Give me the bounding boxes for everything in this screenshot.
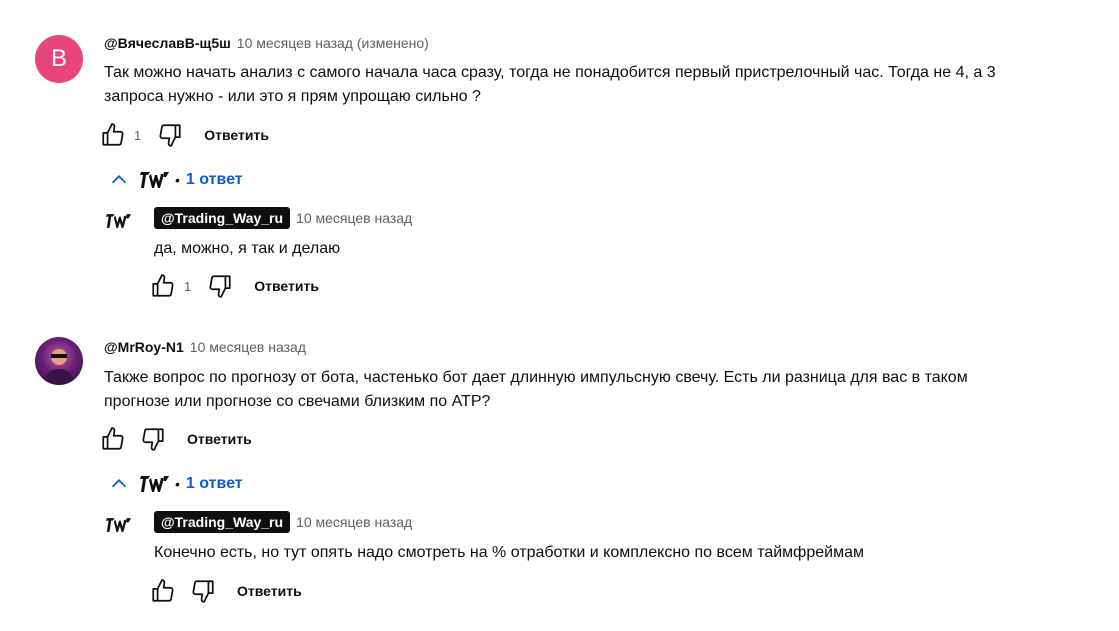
reply-actions: 1 Ответить <box>150 273 319 299</box>
comment-text-line: Также вопрос по прогнозу от бота, частен… <box>104 369 968 386</box>
like-button[interactable] <box>150 273 176 299</box>
author-chip[interactable]: @Trading_Way_ru <box>154 207 291 229</box>
reply-header: @Trading_Way_ru 10 месяцев назад <box>154 511 412 533</box>
comment-header: @ВячеславВ-щ5ш 10 месяцев назад (изменен… <box>104 35 429 51</box>
comment-text: Также вопрос по прогнозу от бота, частен… <box>104 366 1104 414</box>
channel-logo-icon <box>140 474 170 494</box>
avatar[interactable]: В <box>35 35 83 83</box>
channel-logo-icon <box>106 211 132 231</box>
comment-text-line: запроса нужно - или это я прям упрощаю с… <box>104 88 481 105</box>
reply-button[interactable]: Ответить <box>204 127 269 143</box>
like-count: 1 <box>134 127 142 143</box>
reply-text: да, можно, я так и делаю <box>154 240 341 257</box>
avatar[interactable] <box>35 337 83 385</box>
reply-header: @Trading_Way_ru 10 месяцев назад <box>154 207 412 229</box>
chevron-up-icon <box>108 169 130 191</box>
like-button[interactable] <box>150 578 176 604</box>
dislike-button[interactable] <box>207 273 233 299</box>
comment-header: @MrRoy-N1 10 месяцев назад <box>104 339 306 355</box>
reply-text: Конечно есть, но тут опять надо смотреть… <box>154 544 864 561</box>
replies-count: 1 ответ <box>185 475 243 492</box>
reply-timestamp[interactable]: 10 месяцев назад <box>296 514 412 530</box>
thumbs-up-icon <box>150 578 176 604</box>
thumbs-up-icon <box>100 122 126 148</box>
thumbs-down-icon <box>207 273 233 299</box>
channel-logo-icon <box>140 170 170 190</box>
reply-avatar[interactable] <box>106 211 132 236</box>
thumbs-down-icon <box>140 426 166 452</box>
separator-dot: • <box>175 172 180 188</box>
thumbs-down-icon <box>190 578 216 604</box>
profile-photo-icon <box>43 349 75 385</box>
reply-actions: Ответить <box>150 578 302 604</box>
comment-actions: Ответить <box>100 426 252 452</box>
replies-toggle[interactable]: • 1 ответ <box>108 168 243 192</box>
author-name[interactable]: @MrRoy-N1 <box>104 339 184 355</box>
thumbs-down-icon <box>157 122 183 148</box>
reply-button[interactable]: Ответить <box>254 278 319 294</box>
dislike-button[interactable] <box>190 578 216 604</box>
replies-toggle[interactable]: • 1 ответ <box>108 472 243 496</box>
reply-button[interactable]: Ответить <box>237 583 302 599</box>
thumbs-up-icon <box>150 273 176 299</box>
avatar-letter: В <box>50 45 67 72</box>
replies-count: 1 ответ <box>185 171 243 188</box>
like-button[interactable] <box>100 122 126 148</box>
chevron-up-icon <box>108 473 130 495</box>
author-chip[interactable]: @Trading_Way_ru <box>154 511 291 533</box>
comment-text: Так можно начать анализ с самого начала … <box>104 61 1104 109</box>
like-count: 1 <box>184 278 192 294</box>
reply-button[interactable]: Ответить <box>187 431 252 447</box>
separator-dot: • <box>175 476 180 492</box>
thumbs-up-icon <box>100 426 126 452</box>
channel-logo-icon <box>106 515 132 535</box>
comment-text-line: прогнозе или прогнозе со свечами близким… <box>104 393 491 410</box>
comment-timestamp[interactable]: 10 месяцев назад (изменено) <box>237 35 429 51</box>
reply-avatar[interactable] <box>106 515 132 540</box>
like-button[interactable] <box>100 426 126 452</box>
comment-timestamp[interactable]: 10 месяцев назад <box>190 339 306 355</box>
reply-timestamp[interactable]: 10 месяцев назад <box>296 210 412 226</box>
comment-text-line: Так можно начать анализ с самого начала … <box>104 64 996 81</box>
comment-actions: 1 Ответить <box>100 122 269 148</box>
author-name[interactable]: @ВячеславВ-щ5ш <box>104 35 231 51</box>
dislike-button[interactable] <box>140 426 166 452</box>
dislike-button[interactable] <box>157 122 183 148</box>
